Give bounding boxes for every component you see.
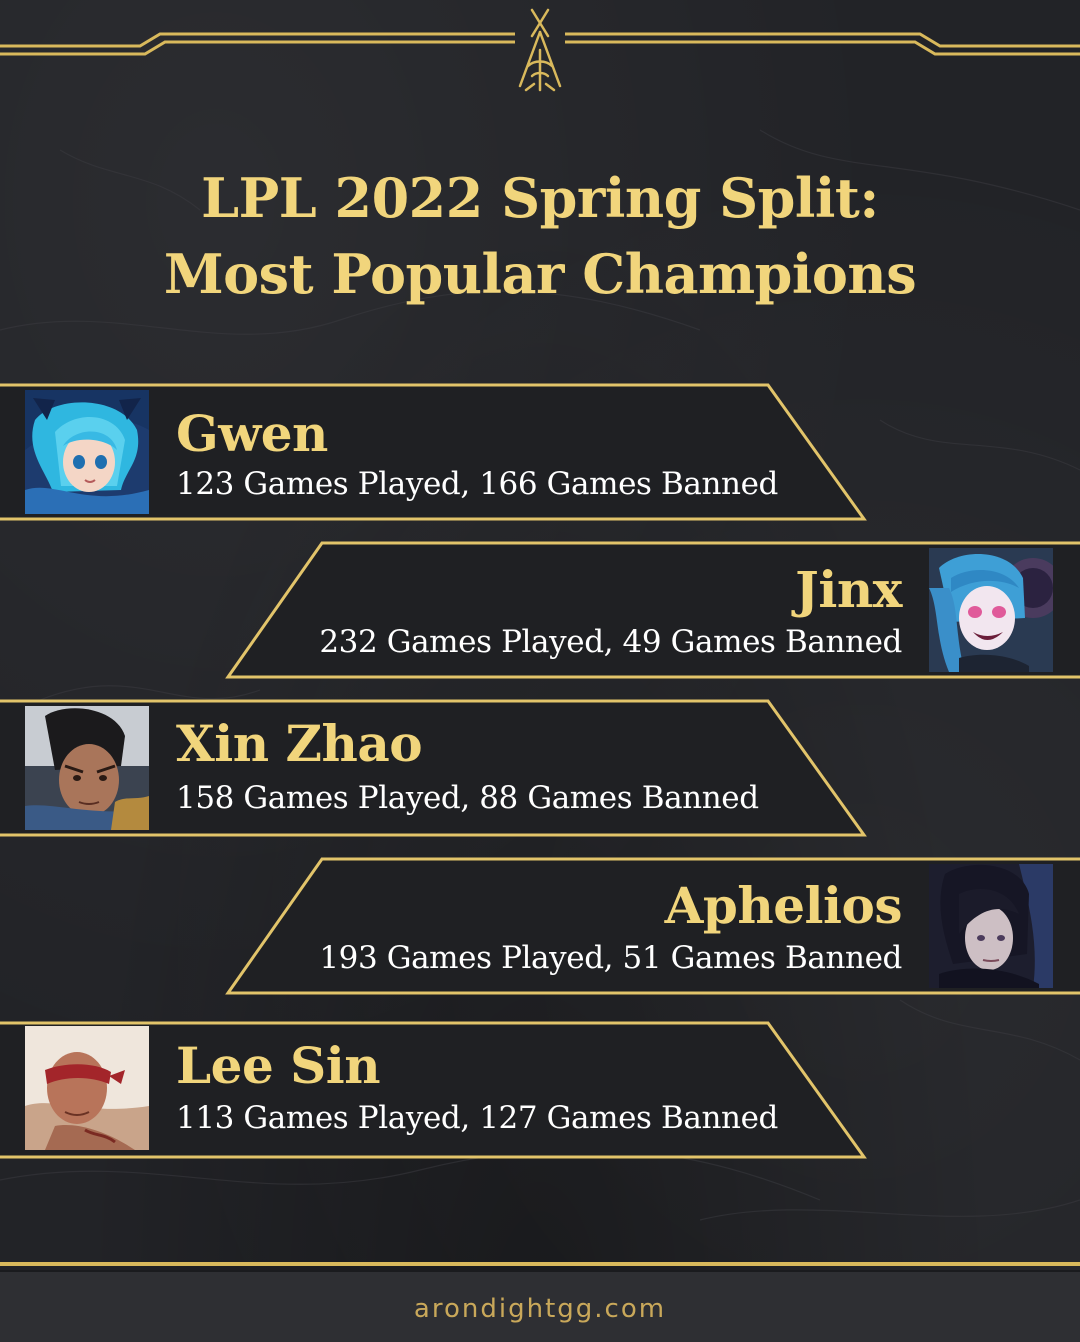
lee-sin-portrait — [25, 1026, 149, 1150]
infographic: LPL 2022 Spring Split: Most Popular Cham… — [0, 0, 1080, 1342]
champion-banner-lee-sin: Lee Sin 113 Games Played, 127 Games Bann… — [0, 1020, 1080, 1160]
xin-zhao-portrait — [25, 706, 149, 830]
champion-banner-xin-zhao: Xin Zhao 158 Games Played, 88 Games Bann… — [0, 698, 1080, 838]
gwen-portrait — [25, 390, 149, 514]
champion-name: Aphelios — [664, 876, 903, 935]
website-url: arondightgg.com — [413, 1294, 667, 1324]
champion-banner-aphelios: Aphelios 193 Games Played, 51 Games Bann… — [0, 856, 1080, 996]
title-line-2: Most Popular Champions — [163, 242, 917, 306]
champion-stats: 113 Games Played, 127 Games Banned — [176, 1100, 778, 1136]
champion-banner-gwen: Gwen 123 Games Played, 166 Games Banned — [0, 382, 1080, 522]
footer-divider — [0, 1262, 1080, 1266]
crossed-swords-emblem-icon — [518, 8, 562, 92]
jinx-portrait — [929, 548, 1053, 672]
champion-stats: 232 Games Played, 49 Games Banned — [319, 624, 902, 660]
champion-name: Xin Zhao — [176, 714, 423, 773]
champion-banner-jinx: Jinx 232 Games Played, 49 Games Banned — [0, 540, 1080, 680]
banner-frame — [0, 699, 867, 837]
champion-name: Lee Sin — [176, 1036, 381, 1095]
champion-stats: 193 Games Played, 51 Games Banned — [319, 940, 902, 976]
footer: arondightgg.com — [0, 1270, 1080, 1342]
champion-stats: 123 Games Played, 166 Games Banned — [176, 466, 778, 502]
title-line-1: LPL 2022 Spring Split: — [201, 166, 879, 230]
page-title: LPL 2022 Spring Split: Most Popular Cham… — [0, 160, 1080, 312]
champion-stats: 158 Games Played, 88 Games Banned — [176, 780, 759, 816]
champion-name: Gwen — [176, 404, 328, 463]
banner-frame — [0, 1021, 867, 1159]
aphelios-portrait — [929, 864, 1053, 988]
champion-name: Jinx — [795, 560, 902, 619]
